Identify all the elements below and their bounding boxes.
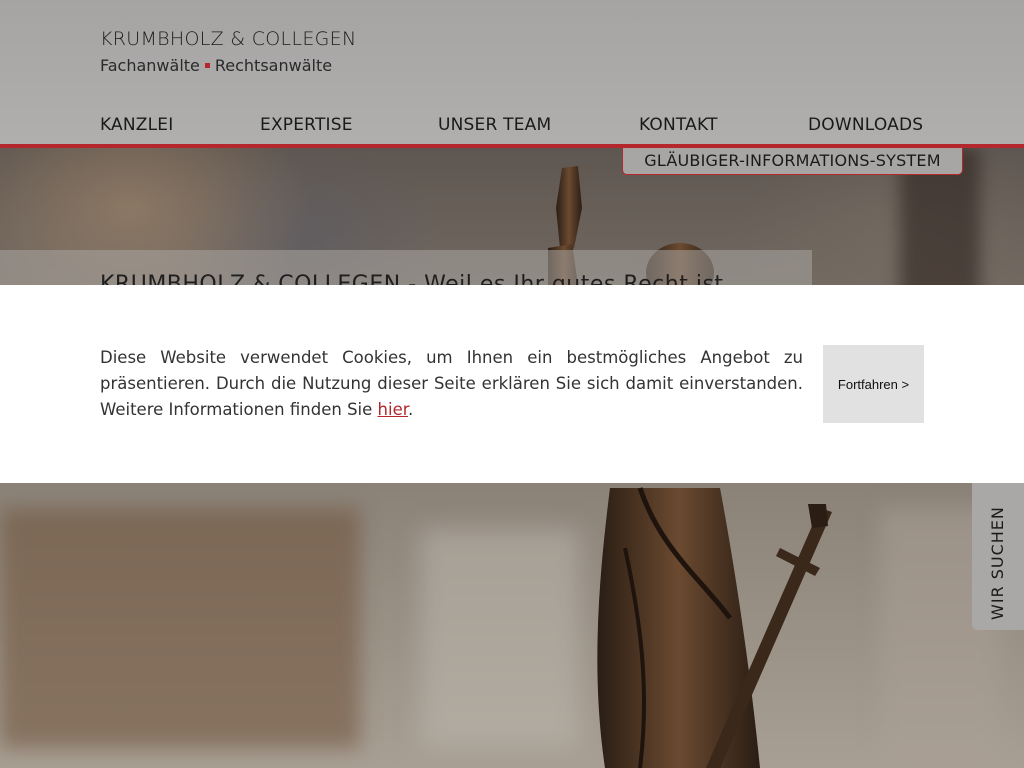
brand-logo[interactable]: KRUMBHOLZ & COLLEGEN Fachanwälte Rechtsan… — [100, 28, 356, 75]
cookie-banner: Diese Website verwendet Cookies, um Ihne… — [0, 285, 1024, 483]
brand-sub-right: Rechtsanwälte — [214, 56, 333, 75]
brand-sub-left: Fachanwälte — [100, 56, 200, 75]
site-header: KRUMBHOLZ & COLLEGEN Fachanwälte Rechtsan… — [0, 0, 1024, 148]
nav-item-kontakt[interactable]: KONTAKT — [639, 115, 718, 135]
nav-item-kanzlei[interactable]: KANZLEI — [100, 115, 173, 135]
cookie-continue-button[interactable]: Fortfahren > — [823, 345, 924, 423]
brand-subtitle: Fachanwälte Rechtsanwälte — [100, 56, 356, 75]
nav-item-unser-team[interactable]: UNSER TEAM — [438, 115, 551, 135]
cookie-message: Diese Website verwendet Cookies, um Ihne… — [100, 345, 803, 423]
cookie-text-main: Diese Website verwendet Cookies, um Ihne… — [100, 348, 803, 419]
brand-name: KRUMBHOLZ & COLLEGEN — [100, 28, 357, 50]
glaeubiger-informations-system-tab[interactable]: GLÄUBIGER-INFORMATIONS-SYSTEM — [622, 148, 963, 175]
cookie-text-end: . — [408, 400, 414, 419]
main-nav: KANZLEI EXPERTISE UNSER TEAM KONTAKT DOW… — [100, 115, 924, 139]
cookie-info-link[interactable]: hier — [378, 400, 408, 419]
nav-item-expertise[interactable]: EXPERTISE — [260, 115, 353, 135]
side-tab-label: WIR SUCHEN — [988, 506, 1007, 620]
nav-item-downloads[interactable]: DOWNLOADS — [808, 115, 923, 135]
brand-separator-dot — [204, 62, 210, 68]
